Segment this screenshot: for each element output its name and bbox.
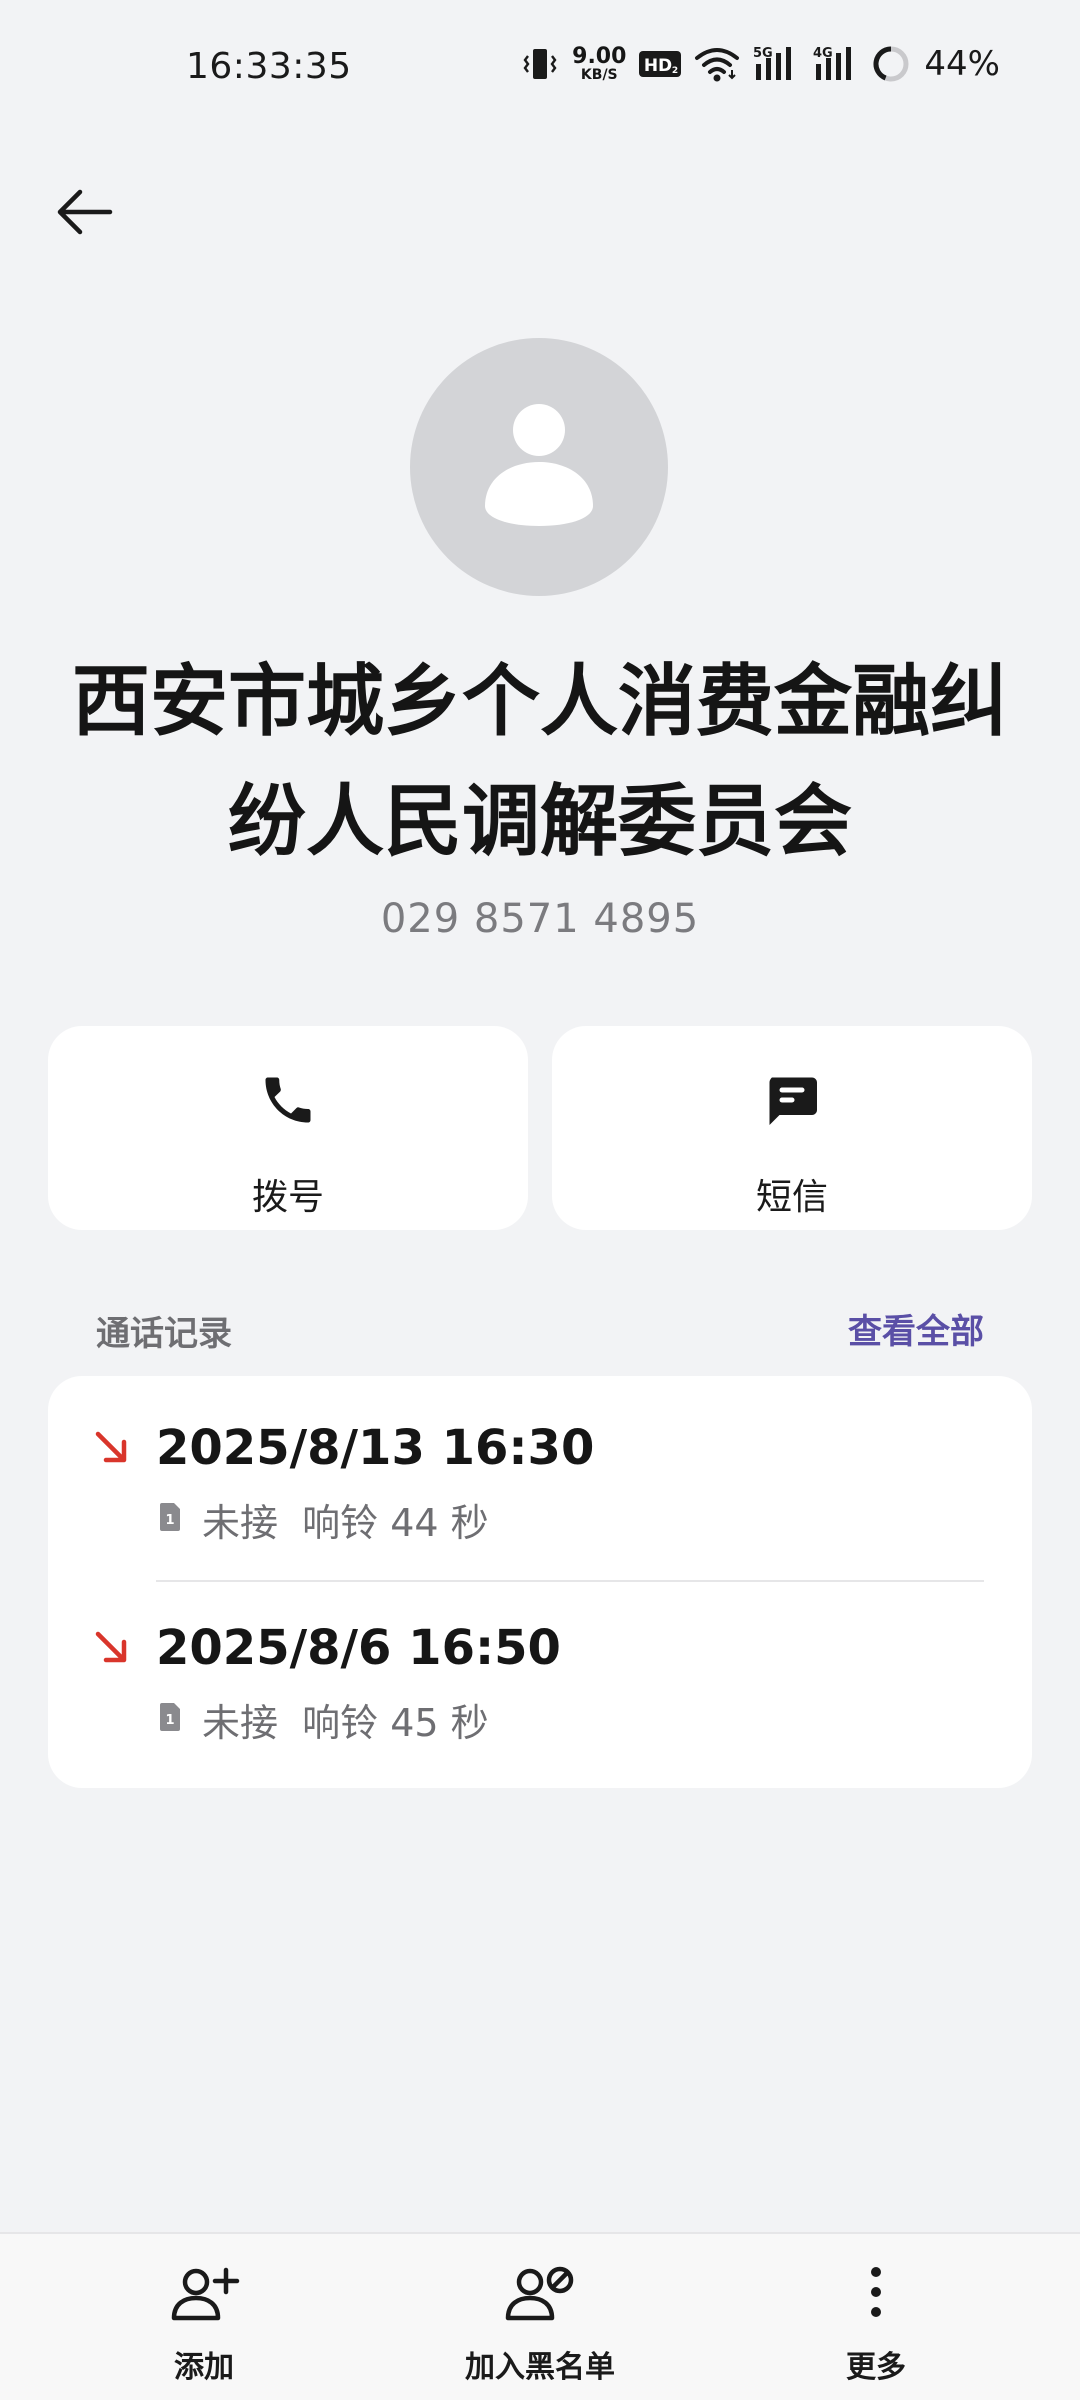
status-time: 16:33:35 — [186, 46, 352, 87]
sms-label: 短信 — [755, 1177, 828, 1218]
call-log-title: 通话记录 — [96, 1314, 232, 1354]
add-contact-label: 添加 — [174, 2350, 234, 2385]
missed-call-icon — [95, 1431, 127, 1463]
contact-avatar — [410, 338, 668, 596]
call-log-item[interactable]: 2025/8/13 16:30 1 未接 响铃 44 秒 — [48, 1376, 1032, 1576]
network-speed-value: 9.00 — [572, 44, 627, 69]
missed-call-icon — [95, 1631, 127, 1663]
bottom-action-bar: 添加 加入黑名单 更多 — [0, 2232, 1080, 2400]
battery-ring-icon — [873, 46, 909, 82]
block-number-button[interactable]: 加入黑名单 — [410, 2252, 670, 2392]
block-number-label: 加入黑名单 — [465, 2350, 615, 2385]
wifi-icon — [695, 48, 740, 82]
more-vertical-icon — [871, 2267, 881, 2317]
call-detail: 未接 响铃 44 秒 — [202, 1501, 489, 1545]
call-detail: 未接 响铃 45 秒 — [202, 1701, 489, 1745]
sim-card-icon: 1 — [160, 1503, 180, 1531]
phone-icon — [265, 1077, 311, 1123]
call-log-item[interactable]: 2025/8/6 16:50 1 未接 响铃 45 秒 — [48, 1576, 1032, 1776]
back-arrow-icon — [57, 189, 113, 235]
sim-number: 1 — [165, 1713, 174, 1728]
view-all-link[interactable]: 查看全部 — [848, 1304, 984, 1353]
more-button[interactable]: 更多 — [746, 2252, 1006, 2392]
contact-phone-number: 029 8571 4895 — [380, 896, 700, 942]
sim-number: 1 — [165, 1513, 174, 1528]
call-datetime: 2025/8/13 16:30 — [156, 1420, 595, 1476]
call-datetime: 2025/8/6 16:50 — [156, 1620, 561, 1676]
status-icons: 9.00 KB/S HD 2 5G 4G 44% — [520, 42, 1000, 86]
dial-label: 拨号 — [251, 1177, 324, 1218]
signal-5g-icon: 5G — [753, 46, 792, 80]
sms-button[interactable]: 短信 — [552, 1026, 1032, 1230]
add-contact-button[interactable]: 添加 — [74, 2252, 334, 2392]
more-label: 更多 — [846, 2350, 906, 2385]
hd-text: HD — [644, 56, 672, 76]
network-speed: 9.00 KB/S — [572, 44, 627, 83]
back-button[interactable] — [52, 180, 116, 244]
block-person-icon — [505, 2266, 574, 2321]
battery-percent: 44% — [924, 44, 1000, 84]
person-placeholder-icon — [485, 404, 593, 526]
message-icon — [769, 1077, 817, 1125]
signal-4g-icon: 4G — [813, 46, 852, 80]
contact-name: 西安市城乡个人消费金融纠纷人民调解委员会 — [71, 657, 1008, 867]
sim-card-icon: 1 — [160, 1703, 180, 1731]
call-log-card: 2025/8/13 16:30 1 未接 响铃 44 秒 2025/8/6 16… — [48, 1376, 1032, 1788]
dial-button[interactable]: 拨号 — [48, 1026, 528, 1230]
hd-icon: HD 2 — [639, 51, 682, 77]
status-bar: 16:33:35 9.00 KB/S HD 2 5G 4G 44% — [0, 0, 1080, 135]
vibrate-icon — [523, 49, 557, 79]
add-person-icon — [171, 2267, 240, 2321]
svg-text:2: 2 — [672, 66, 678, 76]
network-speed-unit: KB/S — [580, 67, 618, 83]
contact-detail-screen: 16:33:35 9.00 KB/S HD 2 5G 4G 44% 西安市城乡个… — [0, 0, 1080, 2400]
